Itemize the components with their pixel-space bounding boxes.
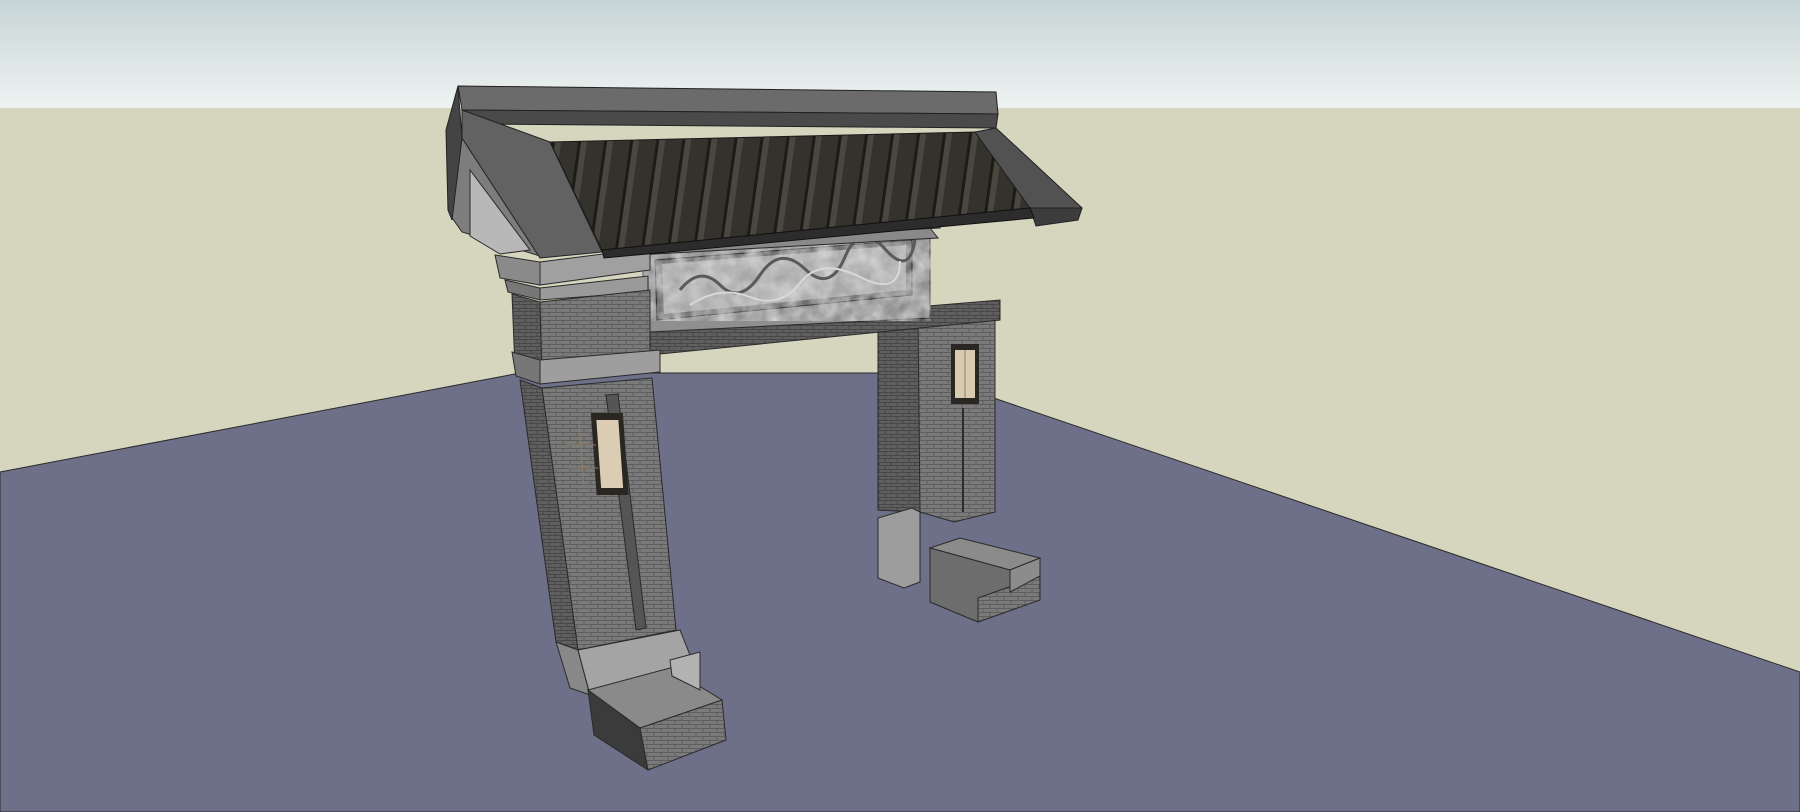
right-base-block (877, 507, 921, 589)
3d-viewport[interactable] (0, 0, 1800, 812)
lamp-right (951, 344, 979, 404)
